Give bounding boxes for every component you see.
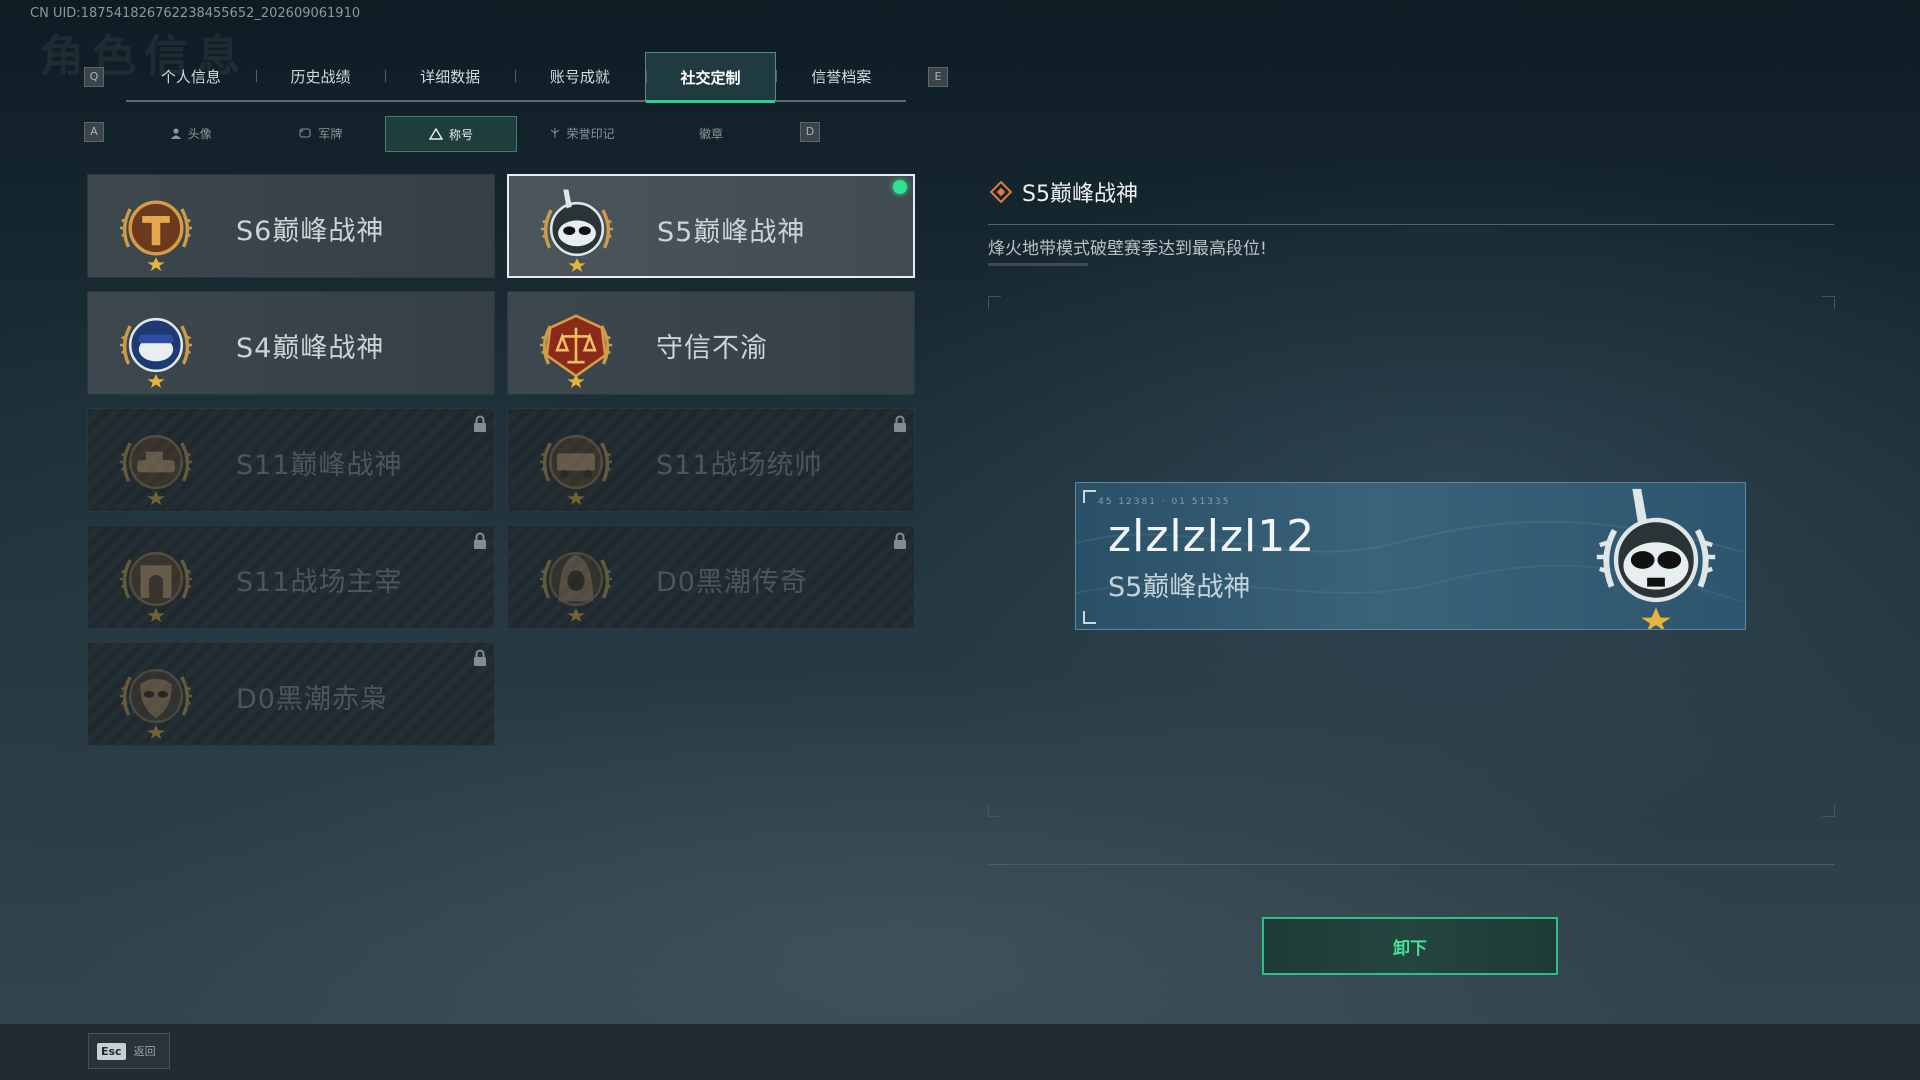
tab-5[interactable]: 信誉档案 (776, 52, 906, 100)
s6-emblem-icon (112, 185, 200, 271)
detail-divider (988, 224, 1834, 225)
sub-tabs: 头像 军牌 称号 荣誉印记 徽章 (126, 116, 776, 152)
detail-bottom-divider (988, 864, 1834, 865)
title-card[interactable]: 守信不渝 (507, 291, 915, 395)
title-card-name: S4巅峰战神 (236, 333, 385, 364)
title-card[interactable]: S6巅峰战神 (87, 174, 495, 278)
frame-corner (1822, 804, 1835, 817)
uid-label: CN UID:187541826762238455652_20260906191… (30, 6, 361, 21)
lock-icon (472, 415, 488, 433)
s11-tank-emblem-icon (112, 419, 200, 505)
equipped-indicator (893, 180, 907, 194)
d0-hood-emblem-icon (532, 536, 620, 622)
detail-title: S5巅峰战神 (1022, 182, 1138, 207)
back-button[interactable]: Esc 返回 (88, 1033, 170, 1069)
back-label: 返回 (133, 1045, 156, 1058)
frame-corner (988, 296, 1001, 309)
preview-decor-code: 45 12381 · 01 51335 (1098, 497, 1231, 507)
s5-skull-emblem-icon (1596, 488, 1716, 629)
tab-next-key-hint[interactable]: E (928, 67, 948, 87)
preview-title: S5巅峰战神 (1108, 572, 1251, 603)
title-grid: S6巅峰战神 S5巅峰战神 S4巅峰战神 守信不渝 S11巅峰战神 S11战场统帅 S11战… (87, 174, 919, 750)
detail-decor-bar (988, 263, 1088, 266)
tab-0[interactable]: 个人信息 (126, 52, 256, 100)
title-card-name: S6巅峰战神 (236, 216, 385, 247)
main-tab-bar: Q 个人信息 历史战绩 详细数据 账号成就 社交定制 信誉档案 E (84, 52, 950, 103)
sub-tab-bar: A 头像 军牌 称号 荣誉印记 徽章 D (84, 116, 824, 152)
title-card-name: S11巅峰战神 (236, 450, 403, 481)
frame-corner (1822, 296, 1835, 309)
honor-mark-icon (549, 127, 561, 139)
subtab-prev-key-hint[interactable]: A (84, 122, 104, 142)
tab-4[interactable]: 社交定制 (644, 52, 777, 103)
lock-icon (892, 415, 908, 433)
title-card-name: D0黑潮传奇 (656, 567, 808, 598)
lock-icon (892, 532, 908, 550)
title-card[interactable]: S5巅峰战神 (507, 174, 915, 278)
title-card[interactable]: S11战场统帅 (507, 408, 915, 512)
title-card[interactable]: S11巅峰战神 (87, 408, 495, 512)
triangle-icon (428, 128, 443, 140)
title-card-name: S11战场主宰 (236, 567, 403, 598)
s4-emblem-icon (112, 302, 200, 388)
tab-2[interactable]: 详细数据 (385, 52, 515, 100)
title-card-name: S5巅峰战神 (657, 217, 806, 248)
person-icon (170, 127, 182, 139)
lock-icon (472, 532, 488, 550)
subtab-label: 荣誉印记 (566, 126, 615, 141)
detail-description: 烽火地带模式破壁赛季达到最高段位! (988, 239, 1267, 259)
lock-icon (472, 649, 488, 667)
subtab-2[interactable]: 称号 (385, 116, 517, 152)
title-card-name: S11战场统帅 (656, 450, 823, 481)
title-card[interactable]: S4巅峰战神 (87, 291, 495, 395)
dogtag-icon (298, 127, 312, 139)
title-card-name: D0黑潮赤枭 (236, 684, 388, 715)
subtab-label: 称号 (448, 127, 473, 142)
subtab-0[interactable]: 头像 (126, 116, 256, 150)
subtab-next-key-hint[interactable]: D (800, 122, 820, 142)
unequip-button[interactable]: 卸下 (1262, 917, 1558, 975)
tab-1[interactable]: 历史战绩 (255, 52, 386, 100)
title-card[interactable]: D0黑潮赤枭 (87, 642, 495, 746)
main-tabs: 个人信息 历史战绩 详细数据 账号成就 社交定制 信誉档案 (126, 52, 906, 103)
esc-key-hint: Esc (97, 1042, 126, 1060)
frame-corner (988, 804, 1001, 817)
footer-bar (0, 1024, 1920, 1080)
scales-emblem-icon (532, 302, 620, 388)
diamond-icon (989, 180, 1013, 204)
tab-prev-key-hint[interactable]: Q (84, 67, 104, 87)
subtab-label: 头像 (187, 126, 212, 141)
subtab-label: 徽章 (699, 126, 724, 141)
title-card-name: 守信不渝 (656, 333, 768, 364)
title-preview-card: 45 12381 · 01 51335 zlzlzlzl12 S5巅峰战神 (1075, 482, 1746, 630)
detail-header: S5巅峰战神 (988, 176, 1138, 208)
subtab-label: 军牌 (318, 126, 343, 141)
d0-mask-emblem-icon (112, 653, 200, 739)
subtab-4[interactable]: 徽章 (646, 116, 776, 150)
subtab-1[interactable]: 军牌 (256, 116, 386, 150)
s11-vehicle-emblem-icon (532, 419, 620, 505)
s11-arch-emblem-icon (112, 536, 200, 622)
tab-3[interactable]: 账号成就 (515, 52, 645, 100)
subtab-3[interactable]: 荣誉印记 (517, 116, 647, 150)
preview-player-name: zlzlzlzl12 (1108, 511, 1316, 562)
s5-emblem-icon (533, 186, 621, 272)
title-card[interactable]: S11战场主宰 (87, 525, 495, 629)
title-card[interactable]: D0黑潮传奇 (507, 525, 915, 629)
